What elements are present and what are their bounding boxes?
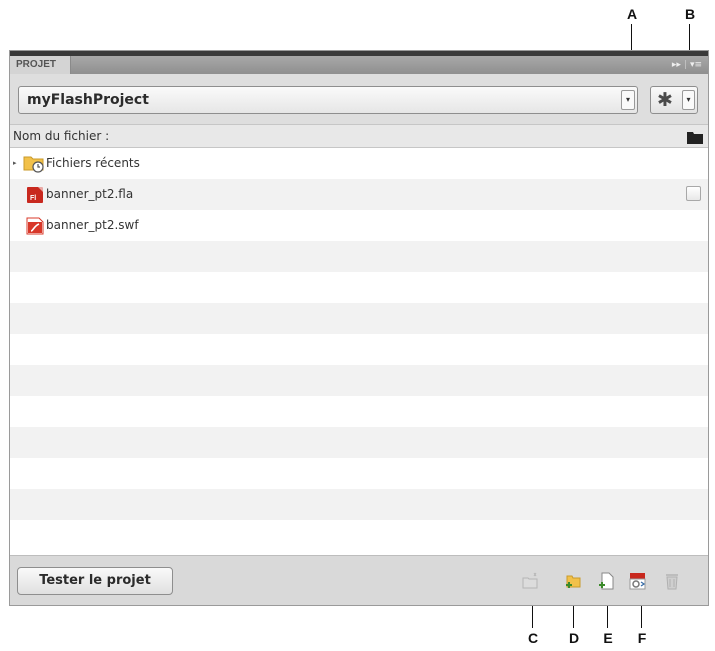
empty-row bbox=[10, 303, 708, 334]
empty-row bbox=[10, 241, 708, 272]
panel-controls: ▸▸ | ▾≡ bbox=[672, 56, 702, 74]
trash-icon[interactable] bbox=[664, 572, 680, 594]
file-list: ▸ Fichiers récents Fl banner_pt2.fla ban… bbox=[10, 148, 708, 555]
callout-b-label: B bbox=[684, 6, 696, 22]
project-name: myFlashProject bbox=[27, 92, 149, 108]
root-folder-icon[interactable] bbox=[687, 129, 703, 148]
controls-separator: | bbox=[683, 60, 687, 70]
empty-row bbox=[10, 520, 708, 551]
callout-a-label: A bbox=[626, 6, 638, 22]
project-selector-row: myFlashProject ▾ ✱ ▾ bbox=[10, 74, 708, 124]
empty-row bbox=[10, 334, 708, 365]
callout-d-label: D bbox=[568, 630, 580, 646]
callout-c-label: C bbox=[527, 630, 539, 646]
gear-icon: ✱ bbox=[657, 89, 673, 111]
list-item-label: banner_pt2.fla bbox=[46, 187, 134, 201]
list-item[interactable]: ▸ Fichiers récents bbox=[10, 148, 708, 179]
callout-f-label: F bbox=[637, 630, 647, 646]
expand-arrow-icon[interactable]: ▸ bbox=[13, 148, 17, 178]
empty-row bbox=[10, 365, 708, 396]
publish-settings-icon[interactable] bbox=[628, 572, 648, 594]
list-item-label: banner_pt2.swf bbox=[46, 218, 139, 232]
empty-row bbox=[10, 272, 708, 303]
folder-clock-icon bbox=[23, 155, 45, 177]
svg-text:Fl: Fl bbox=[30, 195, 36, 202]
tab-projet[interactable]: PROJET bbox=[10, 56, 72, 74]
new-folder-icon[interactable] bbox=[564, 572, 582, 594]
panel-menu-icon[interactable]: ▾≡ bbox=[690, 60, 702, 70]
list-item[interactable]: Fl banner_pt2.fla bbox=[10, 179, 708, 210]
new-file-icon[interactable] bbox=[597, 572, 615, 594]
default-document-checkbox[interactable] bbox=[686, 186, 701, 201]
panel-footer: Tester le projet bbox=[10, 555, 708, 605]
project-settings-button[interactable]: ✱ ▾ bbox=[650, 86, 698, 114]
empty-row bbox=[10, 396, 708, 427]
project-dropdown[interactable]: myFlashProject ▾ bbox=[18, 86, 638, 114]
swf-file-icon bbox=[26, 217, 44, 239]
list-item-label: Fichiers récents bbox=[46, 156, 140, 170]
callout-e-label: E bbox=[603, 630, 613, 646]
fla-file-icon: Fl bbox=[26, 186, 44, 208]
panel-tab-strip: PROJET ▸▸ | ▾≡ bbox=[10, 56, 708, 74]
project-panel: PROJET ▸▸ | ▾≡ myFlashProject ▾ ✱ ▾ Nom du… bbox=[9, 50, 709, 606]
empty-row bbox=[10, 458, 708, 489]
file-list-header: Nom du fichier : bbox=[10, 124, 708, 148]
empty-row bbox=[10, 427, 708, 458]
list-item[interactable]: banner_pt2.swf bbox=[10, 210, 708, 241]
empty-row bbox=[10, 489, 708, 520]
chevron-down-icon[interactable]: ▾ bbox=[621, 90, 635, 110]
test-project-button[interactable]: Tester le projet bbox=[17, 567, 173, 595]
settings-menu-chevron-icon[interactable]: ▾ bbox=[682, 90, 695, 110]
collapse-panel-icon[interactable]: ▸▸ bbox=[672, 60, 681, 70]
new-folder-disabled-icon[interactable] bbox=[522, 572, 540, 594]
column-header-filename: Nom du fichier : bbox=[13, 129, 110, 143]
